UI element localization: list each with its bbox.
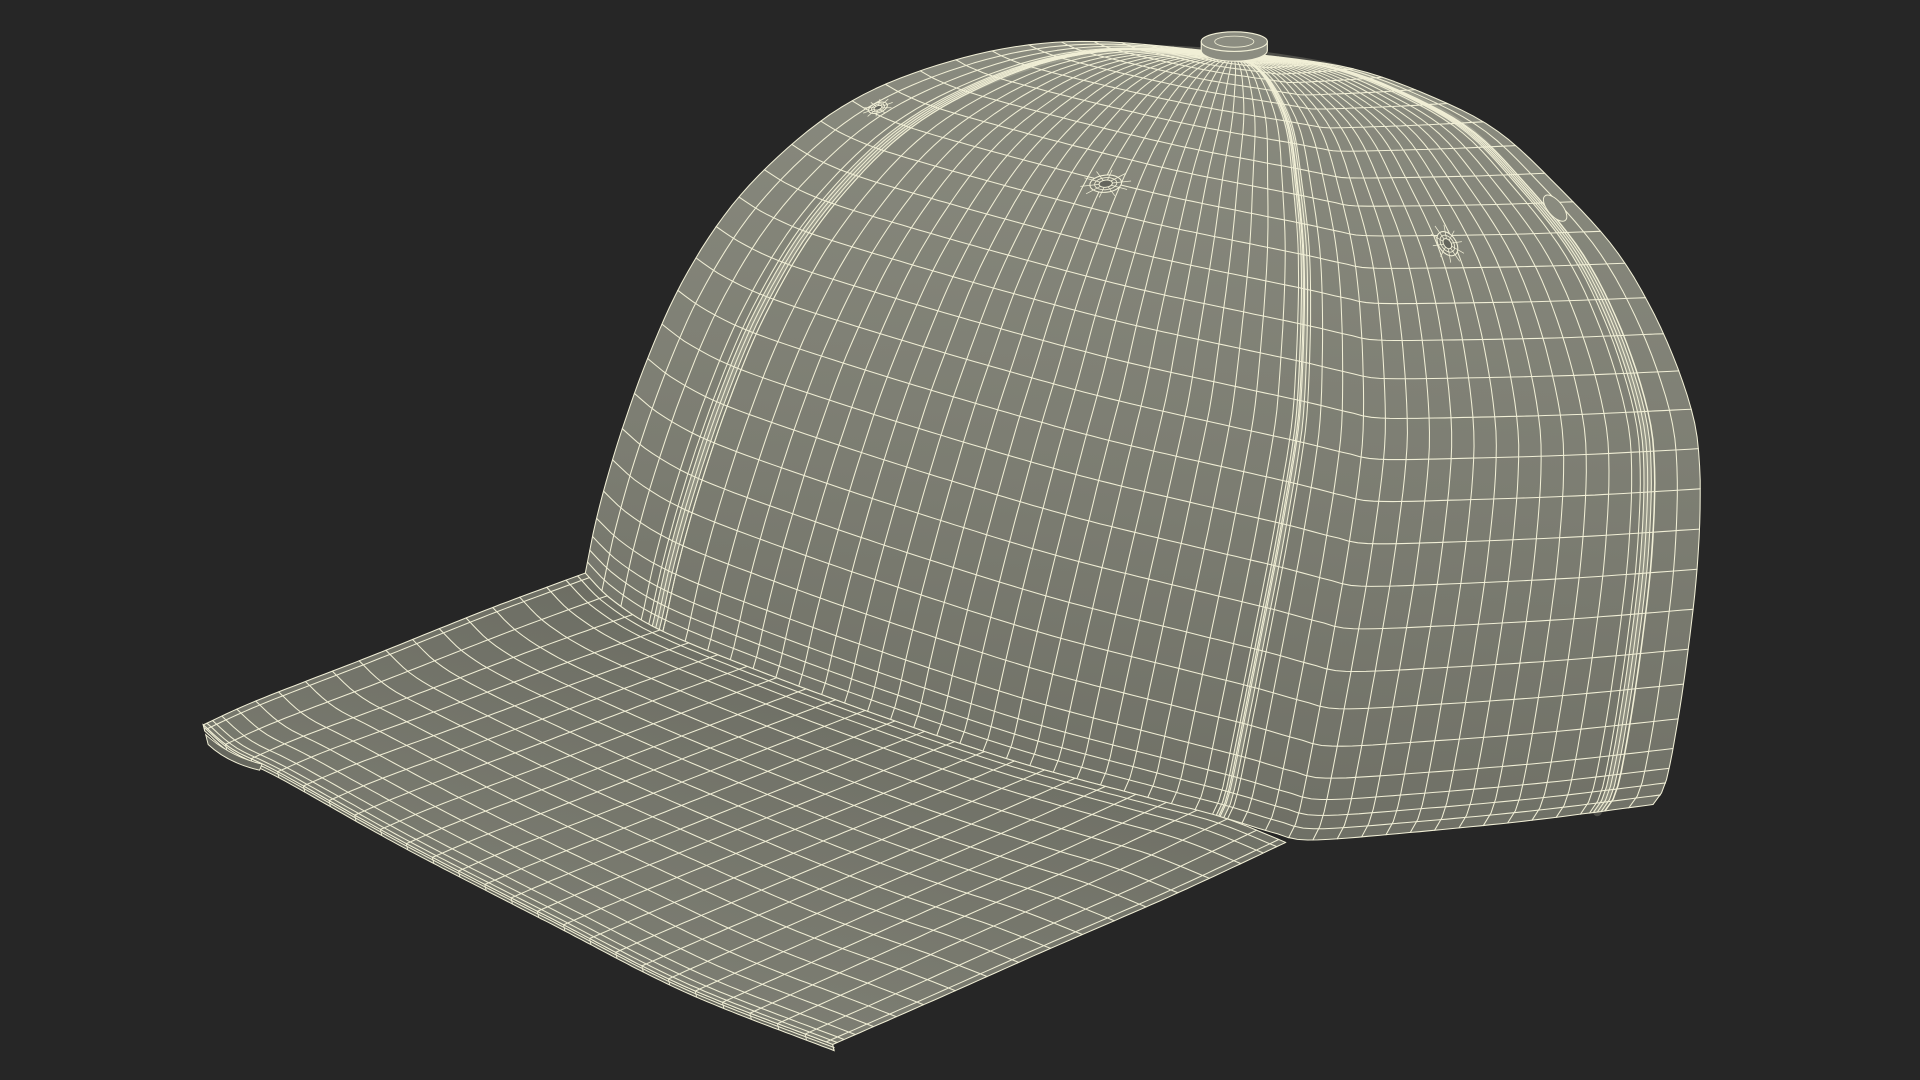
top-button [1200,31,1268,62]
render-viewport [0,0,1920,1080]
cap-wireframe-render [202,31,1701,1052]
top-button-face [1200,31,1268,52]
